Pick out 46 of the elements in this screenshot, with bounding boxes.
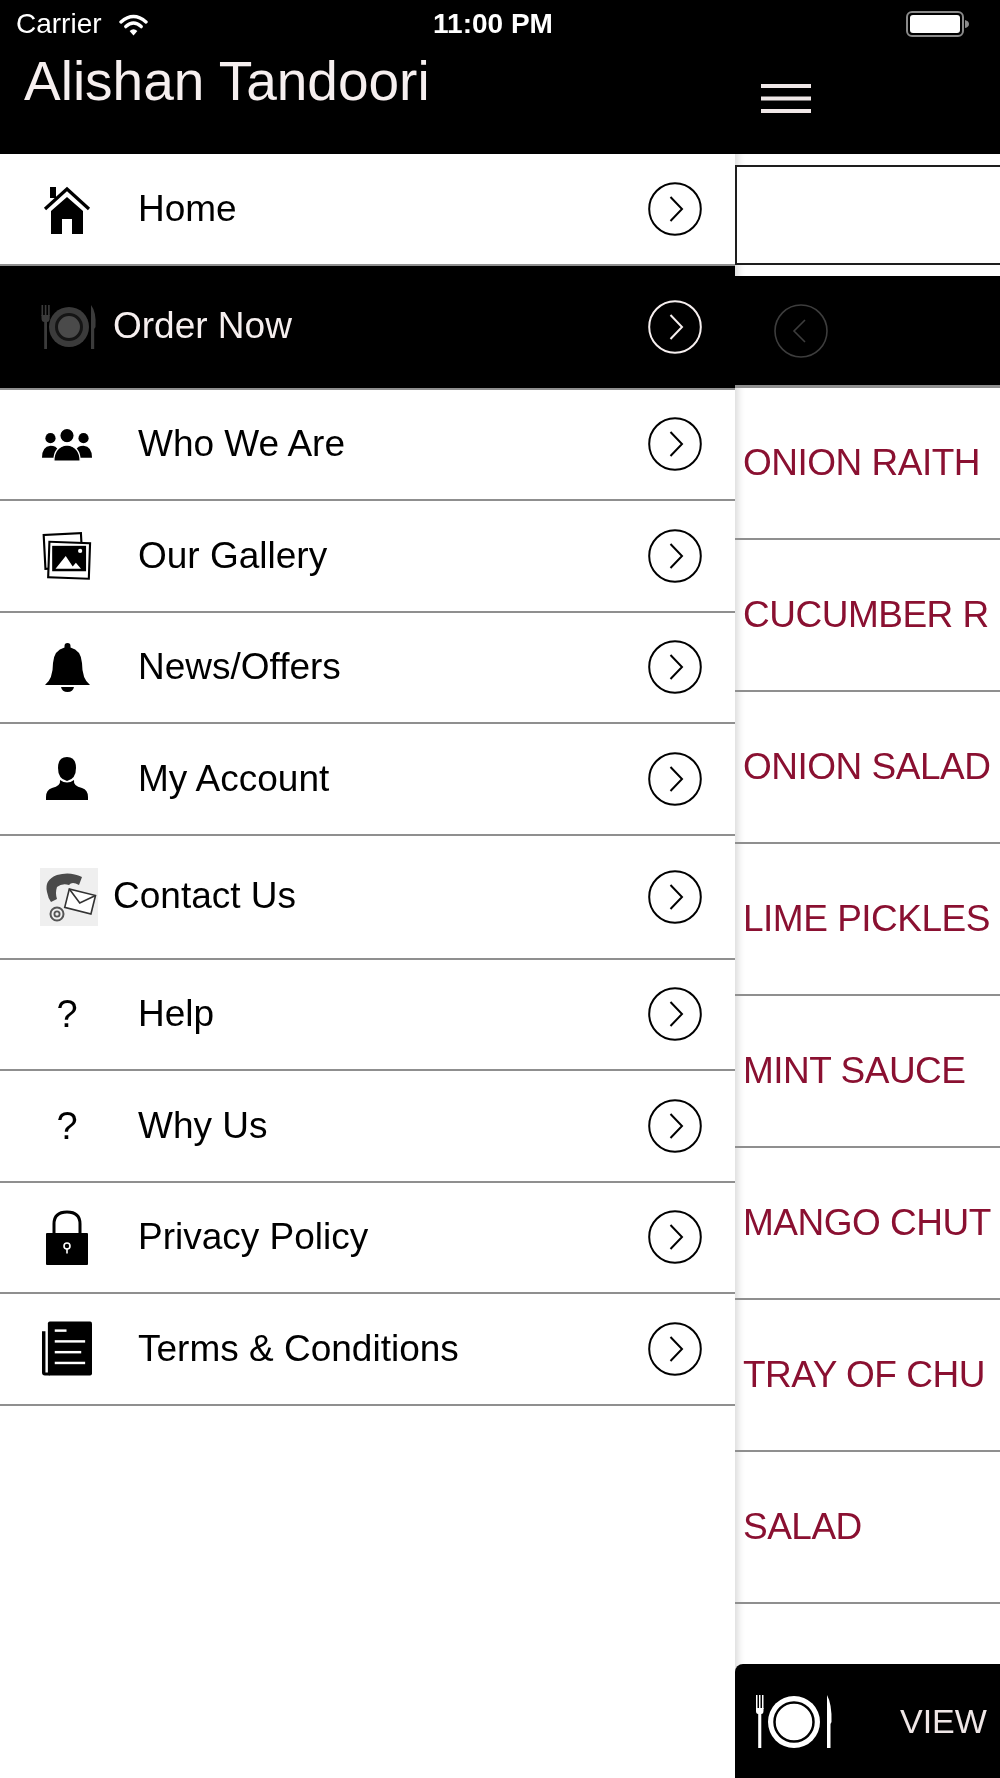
- drawer-menu-item[interactable]: Order Now: [0, 265, 735, 390]
- chevron-circle-icon: [648, 869, 702, 924]
- menu-item[interactable]: LIME PICKLES: [735, 844, 1000, 996]
- chevron-circle-icon: [648, 1321, 702, 1376]
- chevron-circle-icon: [648, 181, 702, 236]
- drawer-menu-item[interactable]: Terms & Conditions: [0, 1294, 735, 1406]
- menu-icon[interactable]: [761, 84, 811, 113]
- view-button[interactable]: VIEW: [735, 1664, 1000, 1778]
- drawer-menu-item[interactable]: Who We Are: [0, 389, 735, 501]
- phone-envelope-icon: [39, 867, 98, 926]
- app-title: Alishan Tandoori: [24, 54, 430, 109]
- chevron-circle-icon: [648, 987, 702, 1042]
- drawer-menu-item[interactable]: ? Why Us: [0, 1071, 735, 1183]
- chevron-circle-icon: [648, 528, 702, 583]
- drawer-menu-item[interactable]: My Account: [0, 724, 735, 836]
- chevron-circle-icon: [648, 751, 702, 806]
- drawer-menu-item[interactable]: News/Offers: [0, 612, 735, 724]
- drawer-menu-item[interactable]: ? Help: [0, 959, 735, 1071]
- bell-icon: [44, 642, 90, 692]
- question-mark-icon: ?: [56, 995, 78, 1034]
- menu-item[interactable]: TRAY OF CHU: [735, 1300, 1000, 1452]
- padlock-icon: [46, 1209, 88, 1265]
- carrier-label: Carrier: [16, 10, 102, 38]
- plate-cutlery-icon: [756, 1693, 832, 1749]
- chevron-circle-icon: [648, 1210, 702, 1265]
- question-mark-icon: ?: [56, 1106, 78, 1145]
- menu-item[interactable]: ONION SALAD: [735, 692, 1000, 844]
- chevron-circle-icon: [648, 417, 702, 472]
- drawer-menu-item[interactable]: Contact Us: [0, 835, 735, 960]
- menu-item[interactable]: CUCUMBER R: [735, 540, 1000, 692]
- drawer-menu-item[interactable]: Privacy Policy: [0, 1182, 735, 1294]
- text-field[interactable]: [735, 165, 1000, 265]
- time-label: 11:00 PM: [433, 10, 553, 38]
- chevron-circle-icon: [648, 640, 702, 695]
- menu-item[interactable]: MINT SAUCE: [735, 996, 1000, 1148]
- menu-item[interactable]: ONION RAITH: [735, 388, 1000, 540]
- menu-item[interactable]: SALAD: [735, 1452, 1000, 1604]
- chevron-circle-icon: [648, 299, 702, 354]
- menu-item[interactable]: MANGO CHUT: [735, 1148, 1000, 1300]
- person-icon: [46, 757, 88, 801]
- battery-icon: [906, 11, 970, 37]
- document-icon: [42, 1321, 92, 1377]
- drawer-menu-item[interactable]: Our Gallery: [0, 501, 735, 613]
- plate-cutlery-icon: [39, 302, 98, 351]
- chevron-circle-icon: [648, 1098, 702, 1153]
- wifi-icon: [118, 12, 148, 36]
